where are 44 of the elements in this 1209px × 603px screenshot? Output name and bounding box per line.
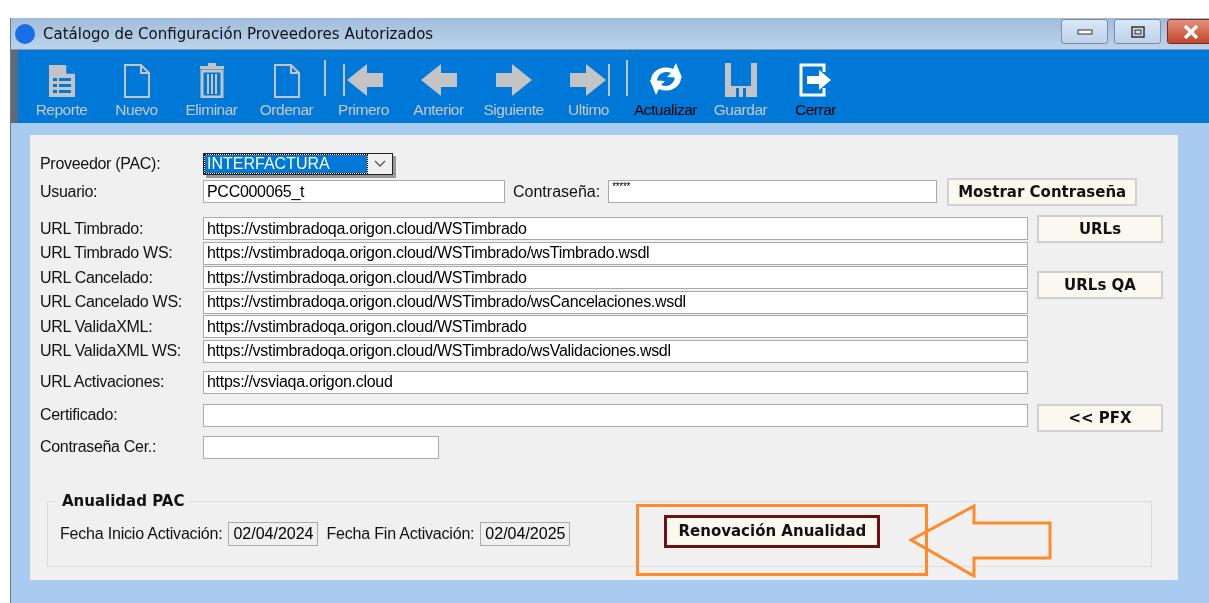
minimize-icon [1076, 27, 1093, 36]
date-field: 02/04/2024 [228, 522, 319, 546]
app-logo-icon [15, 23, 35, 44]
url-field[interactable]: https://vstimbradoqa.origon.cloud/WSTimbrado/wsTimbrado.wsdl [203, 241, 1028, 265]
field-label: URL Timbrado: [40, 219, 145, 238]
field-label: URL ValidaXML WS: [40, 342, 183, 360]
close-button[interactable] [1167, 19, 1209, 44]
url-field[interactable]: https://vstimbradoqa.origon.cloud/WSTimbrado/wsCancelaciones.wsdl [203, 290, 1028, 314]
date-field: 02/04/2025 [480, 522, 571, 546]
trash-icon [198, 60, 225, 98]
url-field[interactable]: https://vstimbradoqa.origon.cloud/WSTimbrado [203, 315, 1028, 338]
url-field[interactable]: https://vstimbradoqa.origon.cloud/WSTimbrado [203, 266, 1028, 289]
renew-button[interactable]: Renovación Anualidad [664, 514, 881, 548]
field-label: Fecha Fin Activación: [326, 525, 475, 543]
maximize-icon [1130, 25, 1145, 38]
certificate-password-field[interactable] [203, 435, 439, 459]
toolbar-button[interactable]: Actualizar [628, 60, 703, 119]
form-button[interactable]: URLs QA [1037, 271, 1163, 299]
field-label: URL Cancelado WS: [40, 293, 183, 311]
show-password-button[interactable]: Mostrar Contraseña [947, 177, 1138, 206]
field-label: URL Activaciones: [40, 373, 166, 391]
field-label: URL ValidaXML: [40, 317, 154, 336]
form-button[interactable]: URLs [1037, 215, 1163, 243]
pfx-button[interactable]: << PFX [1037, 403, 1163, 432]
username-field[interactable]: PCC000065_t [203, 180, 505, 203]
field-label: URL Cancelado: [40, 268, 154, 287]
field-label: Contraseña Cer.: [40, 438, 158, 456]
url-field[interactable]: https://vsviaqa.origon.cloud [203, 370, 1028, 394]
minimize-button[interactable] [1061, 19, 1108, 44]
url-field[interactable]: https://vstimbradoqa.origon.cloud/WSTimbrado [203, 217, 1028, 240]
field-label: Contraseña: [513, 182, 601, 201]
field-label: Fecha Inicio Activación: [60, 525, 223, 543]
field-label: Certificado: [40, 406, 119, 424]
certificate-field[interactable] [203, 403, 1028, 427]
field-label: URL Timbrado WS: [40, 244, 174, 262]
field-label: Proveedor (PAC): [40, 154, 162, 173]
provider-dropdown[interactable]: INTERFACTURA [203, 152, 393, 175]
window-title: Catálogo de Configuración Proveedores Autorizados [43, 24, 435, 43]
url-field[interactable]: https://vstimbradoqa.origon.cloud/WSTimbrado/wsValidaciones.wsdl [203, 339, 1028, 363]
maximize-button[interactable] [1114, 19, 1161, 44]
password-field[interactable]: ***** [608, 180, 938, 203]
field-label: Usuario: [40, 182, 99, 201]
close-icon [1182, 24, 1199, 39]
toolbar-button[interactable]: Cerrar [778, 60, 853, 119]
